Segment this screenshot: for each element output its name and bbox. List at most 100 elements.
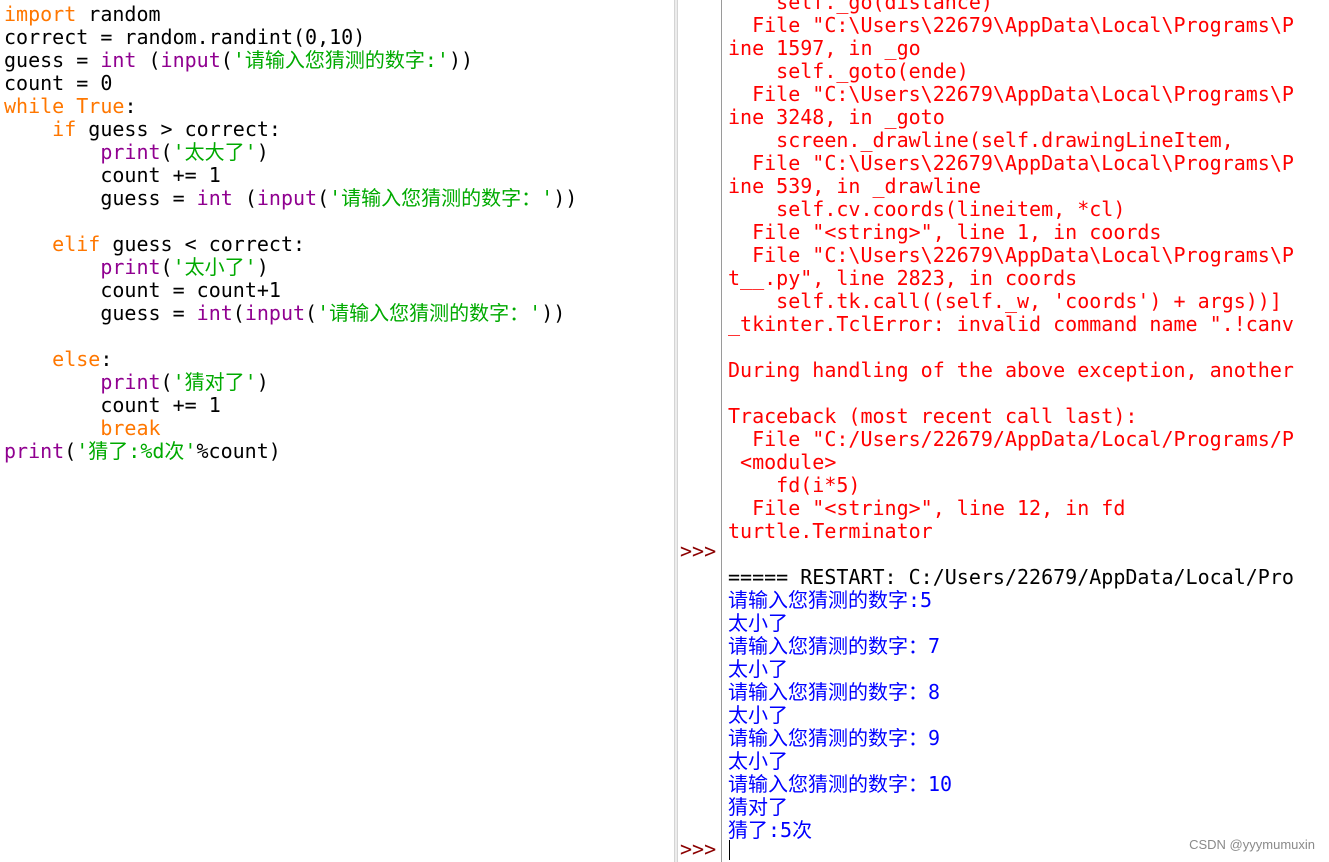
- code-line: print('猜对了'): [4, 370, 268, 394]
- code-line: if guess > correct:: [4, 118, 281, 141]
- code-line: elif guess < correct:: [4, 233, 305, 256]
- shell-prompt-marker: >>>: [680, 837, 717, 861]
- code-token: input: [160, 48, 221, 72]
- code-line: print('太大了'): [4, 140, 269, 164]
- code-token: count = 0: [4, 71, 113, 95]
- code-token: int: [196, 186, 233, 210]
- code-token: (: [64, 439, 77, 463]
- code-line: guess = int (input('请输入您猜测的数字:')): [4, 49, 473, 72]
- code-token: guess =: [4, 186, 197, 210]
- shell-output-line: File "C:\Users\22679\AppData\Local\Progr…: [728, 244, 1294, 267]
- code-token: guess < correct:: [100, 232, 306, 256]
- code-line: count = 0: [4, 72, 112, 95]
- code-line: break: [4, 416, 161, 440]
- code-token: )): [541, 301, 566, 325]
- code-token: True: [76, 94, 125, 118]
- code-token: random: [76, 2, 161, 26]
- shell-output-line: [728, 543, 1329, 566]
- shell-output-line: 请输入您猜测的数字：7: [728, 635, 941, 658]
- shell-output-line: self.cv.coords(lineitem, *cl): [728, 198, 1126, 221]
- code-line: print('猜了:%d次'%count): [4, 440, 281, 463]
- code-token: else: [52, 347, 101, 371]
- code-token: '请输入您猜测的数字：': [317, 301, 542, 325]
- code-line: guess = int(input('请输入您猜测的数字：')): [4, 302, 565, 325]
- code-line: while True:: [4, 95, 136, 118]
- code-line: count = count+1: [4, 279, 281, 302]
- shell-output-line: File "C:\Users\22679\AppData\Local\Progr…: [728, 152, 1294, 175]
- code-line: print('太小了'): [4, 255, 269, 279]
- shell-prompt-sidebar: >>> >>>: [678, 0, 722, 862]
- code-line: import random: [4, 3, 161, 26]
- code-token: guess =: [4, 48, 101, 72]
- code-line: guess = int (input('请输入您猜测的数字：')): [4, 187, 577, 210]
- shell-output-line: screen._drawline(self.drawingLineItem,: [728, 129, 1234, 152]
- code-editor[interactable]: import random correct = random.randint(0,…: [0, 0, 674, 862]
- shell-output-line: During handling of the above exception, …: [728, 359, 1294, 382]
- shell-output-line: File "C:/Users/22679/AppData/Local/Progr…: [728, 428, 1294, 451]
- shell-output-line: [728, 336, 1329, 359]
- code-token: print: [4, 439, 65, 463]
- shell-output-line: self._goto(ende): [728, 60, 969, 83]
- code-token: count += 1: [4, 393, 221, 417]
- code-token: if: [52, 117, 77, 141]
- shell-output-line: ine 1597, in _go: [728, 37, 921, 60]
- code-line: count += 1: [4, 393, 221, 417]
- shell-output-line: t__.py", line 2823, in coords: [728, 267, 1078, 290]
- code-token: ): [256, 140, 269, 164]
- code-token: '请输入您猜测的数字：': [329, 186, 554, 210]
- code-line: count += 1: [4, 164, 220, 187]
- shell-output-line: [728, 382, 1329, 405]
- code-token: int: [100, 48, 137, 72]
- shell-output-line: ine 539, in _drawline: [728, 175, 981, 198]
- shell-output-line: 请输入您猜测的数字：8: [728, 681, 941, 704]
- shell-output-line: 太小了: [728, 658, 788, 681]
- shell-output-line: self._go(distance): [728, 0, 993, 14]
- code-token: :: [124, 94, 137, 118]
- code-token: guess =: [4, 301, 197, 325]
- code-token: '太小了': [172, 255, 257, 279]
- code-token: :: [100, 347, 113, 371]
- code-token: (: [160, 370, 173, 394]
- shell-output-line: self.tk.call((self._w, 'coords') + args)…: [728, 290, 1282, 313]
- shell-output-line: <module>: [728, 451, 837, 474]
- code-line: else:: [4, 348, 112, 371]
- shell-output-line: turtle.Terminator: [728, 520, 933, 543]
- code-token: %count): [196, 439, 281, 463]
- code-token: break: [100, 416, 161, 440]
- code-token: guess > correct:: [76, 117, 281, 141]
- code-token: elif: [52, 232, 101, 256]
- code-token: count = count+1: [4, 278, 281, 302]
- code-line: correct = random.randint(0,10): [4, 26, 365, 49]
- python-shell-output[interactable]: self._go(distance) File "C:\Users\22679\…: [723, 0, 1329, 862]
- shell-output-line: ===== RESTART: C:/Users/22679/AppData/Lo…: [728, 566, 1294, 589]
- shell-output-line: 猜对了: [728, 796, 788, 819]
- code-token: '太大了': [172, 140, 257, 164]
- text-cursor: [729, 840, 730, 860]
- code-token: ): [256, 255, 269, 279]
- shell-prompt-marker: >>>: [680, 539, 717, 563]
- code-token: import: [4, 2, 77, 26]
- shell-output-line: Traceback (most recent call last):: [728, 405, 1138, 428]
- shell-output-line: 太小了: [728, 612, 788, 635]
- watermark: CSDN @yyymumuxin: [1189, 837, 1315, 852]
- code-token: (: [160, 255, 173, 279]
- code-token: while: [4, 94, 65, 118]
- shell-output-line: 请输入您猜测的数字：9: [728, 727, 941, 750]
- code-token: int: [196, 301, 233, 325]
- code-token: (: [305, 301, 318, 325]
- code-token: )): [553, 186, 578, 210]
- shell-output-line: 太小了: [728, 704, 788, 727]
- code-token: (: [160, 140, 173, 164]
- code-token: print: [100, 255, 161, 279]
- code-token: '猜对了': [172, 370, 257, 394]
- shell-output-line: ine 3248, in _goto: [728, 106, 945, 129]
- code-token: input: [244, 301, 306, 325]
- code-token: print: [100, 370, 161, 394]
- shell-output-line: 请输入您猜测的数字：10: [728, 773, 953, 796]
